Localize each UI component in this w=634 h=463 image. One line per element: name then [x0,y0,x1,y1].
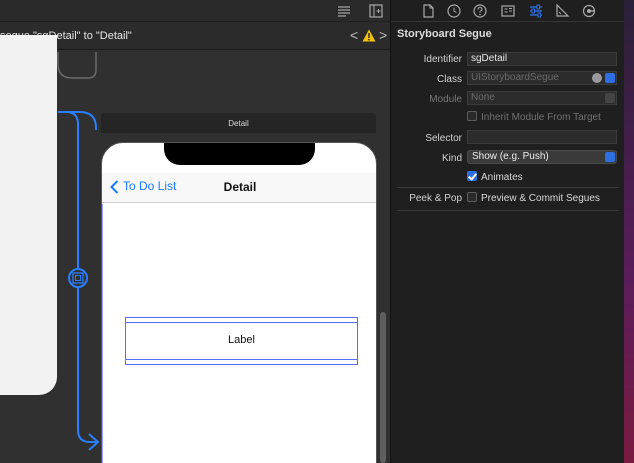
class-label: Class [436,74,462,85]
inspector-tabs [391,0,625,22]
class-arrow-icon[interactable] [592,73,602,83]
kind-popup[interactable]: Show (e.g. Push) [467,150,617,164]
section-title: Storyboard Segue [397,28,492,40]
identity-inspector-icon[interactable] [500,3,516,19]
label-view[interactable]: Label [125,317,358,365]
selector-field[interactable] [467,130,617,144]
peek-pop-checkbox[interactable] [467,192,477,202]
peek-pop-option: Preview & Commit Segues [481,193,600,204]
attributes-inspector-icon[interactable] [528,3,544,19]
animates-label: Animates [481,172,523,183]
identifier-field[interactable]: sgDetail [467,52,617,66]
selector-label: Selector [425,133,462,144]
segue-icon[interactable] [68,268,88,288]
quick-help-icon[interactable] [472,3,488,19]
attributes-inspector: Storyboard Segue Identifier sgDetail Cla… [390,0,625,463]
identifier-label: Identifier [423,54,462,65]
device-notch [164,143,315,165]
module-label: Module [429,94,462,105]
kind-dropdown-icon[interactable] [605,152,615,162]
navigation-bar[interactable]: To Do List Detail [102,173,376,203]
kind-label: Kind [441,153,462,164]
detail-scene-title: Detail [228,119,249,128]
class-dropdown-icon[interactable] [605,73,615,83]
divider [397,187,619,188]
kind-value: Show (e.g. Push) [472,151,549,162]
animates-row[interactable]: Animates [467,171,523,185]
module-field[interactable]: None [467,91,617,105]
desktop-edge [624,0,634,463]
detail-scene[interactable]: To Do List Detail Label [101,142,377,463]
module-dropdown-icon[interactable] [605,93,615,103]
module-placeholder: None [471,92,495,103]
inherit-module-row[interactable]: Inherit Module From Target [467,111,601,125]
animates-checkbox[interactable] [467,171,477,181]
size-inspector-icon[interactable] [554,3,570,19]
inherit-module-label: Inherit Module From Target [481,112,601,123]
storyboard-canvas[interactable]: segue "sgDetail" to "Detail" < > Detail … [0,0,390,463]
label-text: Label [228,334,255,346]
connections-inspector-icon[interactable] [581,3,597,19]
divider-bottom [397,210,619,211]
file-inspector-icon[interactable] [420,3,436,19]
nav-title: Detail [223,180,257,194]
class-placeholder: UIStoryboardSegue [471,72,559,83]
peek-pop-row[interactable]: Preview & Commit Segues [467,192,600,206]
peek-pop-label: Peek & Pop [409,193,462,204]
history-inspector-icon[interactable] [446,3,462,19]
detail-scene-header[interactable]: Detail [101,113,376,133]
view-frame: Label [102,204,376,463]
class-field[interactable]: UIStoryboardSegue [467,71,617,85]
inherit-module-checkbox[interactable] [467,111,477,121]
canvas-scrollbar[interactable] [380,312,386,463]
